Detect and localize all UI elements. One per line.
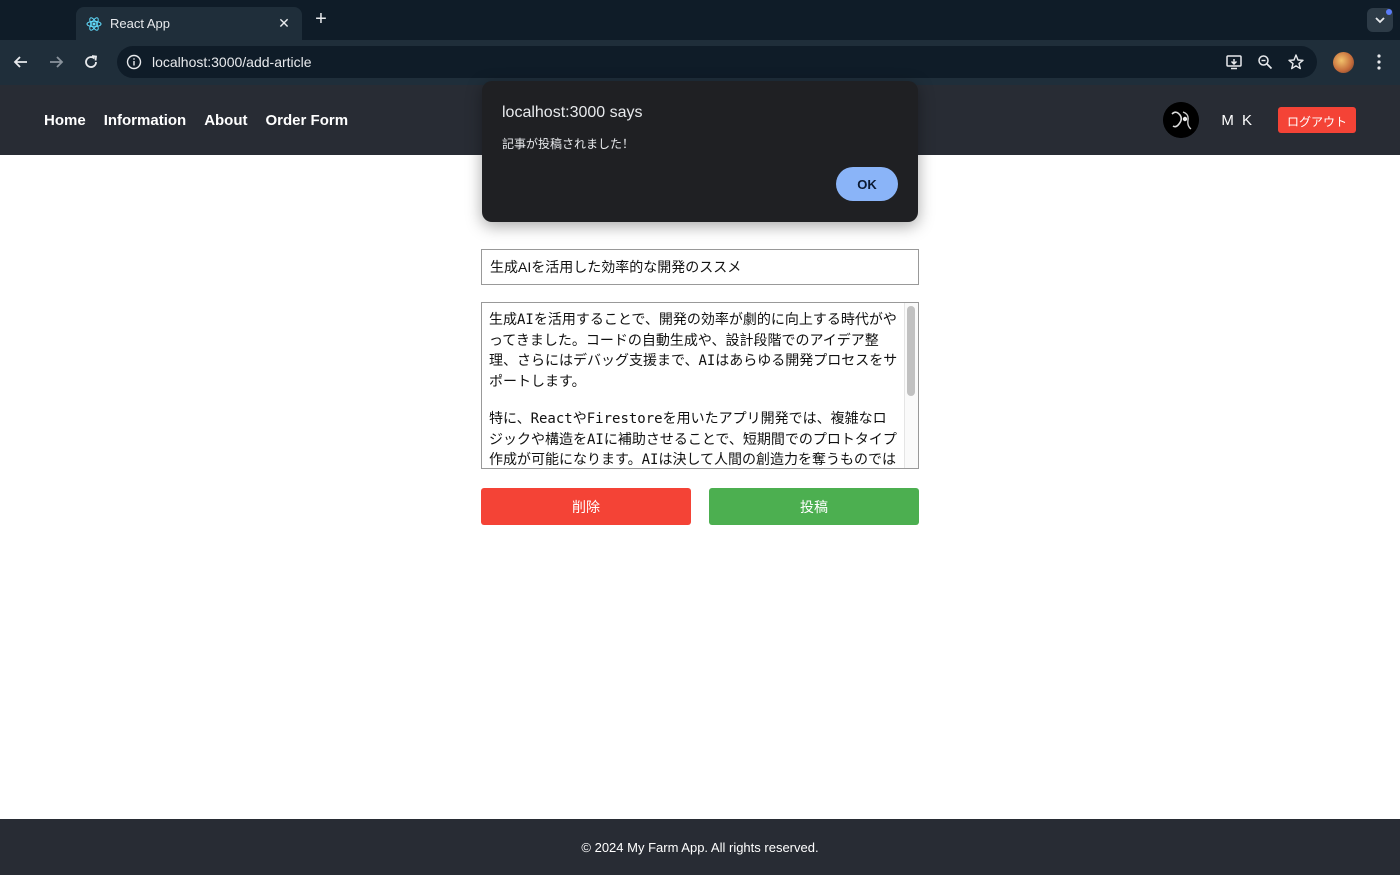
dialog-message: 記事が投稿されました！ — [502, 137, 635, 151]
browser-tab[interactable]: React App ✕ — [76, 7, 302, 40]
nav-link-order-form[interactable]: Order Form — [266, 112, 349, 129]
browser-profile-avatar[interactable] — [1333, 52, 1354, 73]
scrollbar-thumb[interactable] — [907, 306, 915, 396]
content-paragraph: 特に、ReactやFirestoreを用いたアプリ開発では、複雑なロジックや構造… — [489, 411, 897, 468]
article-content-textarea[interactable]: 生成AIを活用することで、開発の効率が劇的に向上する時代がやってきました。コード… — [481, 302, 919, 469]
reload-icon[interactable] — [81, 52, 101, 72]
tab-close-icon[interactable]: ✕ — [276, 15, 292, 32]
site-info-icon[interactable] — [125, 53, 143, 71]
footer: © 2024 My Farm App. All rights reserved. — [0, 819, 1400, 875]
user-avatar — [1163, 102, 1200, 138]
dialog-title: localhost:3000 says — [502, 104, 643, 121]
zoom-icon[interactable] — [1256, 53, 1274, 71]
nav-link-about[interactable]: About — [204, 112, 247, 129]
dialog-ok-button[interactable]: OK — [836, 167, 898, 201]
textarea-scrollbar[interactable] — [904, 303, 918, 468]
nav-link-home[interactable]: Home — [44, 112, 86, 129]
install-app-icon[interactable] — [1225, 53, 1243, 71]
article-content-text: 生成AIを活用することで、開発の効率が劇的に向上する時代がやってきました。コード… — [489, 310, 899, 468]
forward-arrow-icon[interactable] — [46, 52, 66, 72]
logout-button[interactable]: ログアウト — [1277, 107, 1356, 133]
more-menu-icon[interactable] — [1371, 52, 1387, 72]
post-button[interactable]: 投稿 — [709, 488, 919, 525]
user-area: M K ログアウト — [1163, 85, 1356, 155]
user-name: M K — [1221, 111, 1254, 129]
nav-link-information[interactable]: Information — [104, 112, 187, 129]
alert-dialog: localhost:3000 says 記事が投稿されました！ OK — [482, 81, 918, 222]
back-arrow-icon[interactable] — [11, 52, 31, 72]
browser-tab-strip: React App ✕ + — [0, 0, 1400, 40]
notification-dot — [1386, 9, 1392, 15]
address-bar[interactable]: localhost:3000/add-article — [117, 46, 1317, 78]
new-tab-button[interactable]: + — [312, 9, 330, 29]
main-nav: Home Information About Order Form — [44, 85, 348, 155]
tab-search-icon[interactable] — [1367, 8, 1393, 32]
content-paragraph: 生成AIを活用することで、開発の効率が劇的に向上する時代がやってきました。コード… — [489, 312, 898, 390]
bookmark-star-icon[interactable] — [1287, 53, 1305, 71]
browser-toolbar: localhost:3000/add-article — [0, 40, 1400, 85]
delete-button[interactable]: 削除 — [481, 488, 691, 525]
url-text: localhost:3000/add-article — [152, 54, 312, 70]
footer-copyright: © 2024 My Farm App. All rights reserved. — [581, 839, 819, 855]
react-favicon-icon — [86, 16, 102, 32]
tab-title: React App — [110, 16, 170, 31]
article-title-input[interactable]: 生成AIを活用した効率的な開発のススメ — [481, 249, 919, 285]
